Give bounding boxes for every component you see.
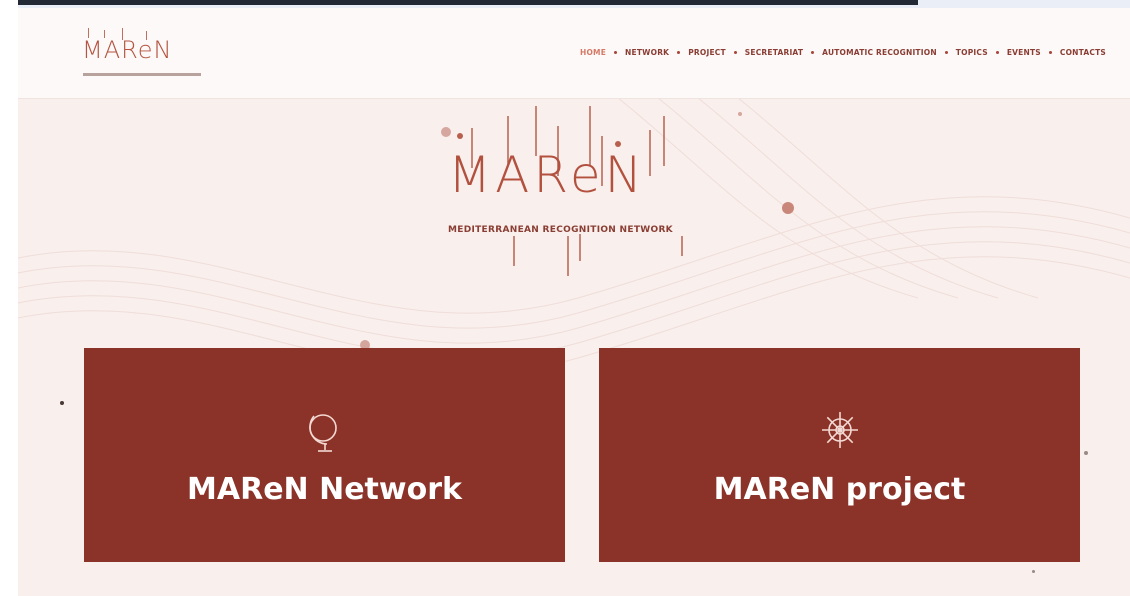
hero-logo: MAReN MEDITERRANEAN RECOGNITION NETWORK [428, 106, 758, 286]
main-navigation: HOME NETWORK PROJECT SECRETARIAT AUTOMAT… [580, 48, 1106, 57]
ship-wheel-icon [821, 412, 858, 448]
nav-contacts[interactable]: CONTACTS [1060, 48, 1106, 57]
nav-automatic-recognition[interactable]: AUTOMATIC RECOGNITION [822, 48, 937, 57]
nav-project[interactable]: PROJECT [688, 48, 726, 57]
site-logo-tagline-mark [83, 73, 201, 76]
nav-network[interactable]: NETWORK [625, 48, 669, 57]
site-logo-text: MAReN [82, 36, 173, 64]
nav-home[interactable]: HOME [580, 48, 606, 57]
nav-topics[interactable]: TOPICS [956, 48, 988, 57]
decorative-dot [1084, 451, 1088, 455]
browser-top-bar [18, 0, 1130, 8]
site-header: MAReN HOME NETWORK PROJECT SECRETARIAT A… [18, 8, 1130, 99]
website: MAReN HOME NETWORK PROJECT SECRETARIAT A… [18, 8, 1130, 596]
browser-edge [0, 0, 18, 596]
nav-separator [995, 51, 999, 54]
decorative-dot [1032, 570, 1035, 573]
maren-network-title: MAReN Network [187, 472, 462, 507]
hero-logo-text: MAReN [448, 146, 647, 204]
browser-tab-strip [18, 0, 918, 5]
nav-separator [677, 51, 681, 54]
nav-events[interactable]: EVENTS [1007, 48, 1041, 57]
maren-project-card[interactable]: MAReN project [599, 348, 1080, 562]
decorative-dot [782, 202, 794, 214]
decorative-dot [60, 401, 64, 405]
nav-separator [1048, 51, 1052, 54]
globe-icon [308, 414, 337, 452]
hero-subtitle: MEDITERRANEAN RECOGNITION NETWORK [448, 225, 673, 235]
nav-separator [811, 51, 815, 54]
maren-network-card[interactable]: MAReN Network [84, 348, 565, 562]
nav-secretariat[interactable]: SECRETARIAT [745, 48, 803, 57]
nav-separator [614, 51, 618, 54]
site-logo[interactable]: MAReN [78, 28, 208, 86]
nav-separator [733, 51, 737, 54]
nav-separator [944, 51, 948, 54]
maren-project-title: MAReN project [713, 472, 966, 507]
